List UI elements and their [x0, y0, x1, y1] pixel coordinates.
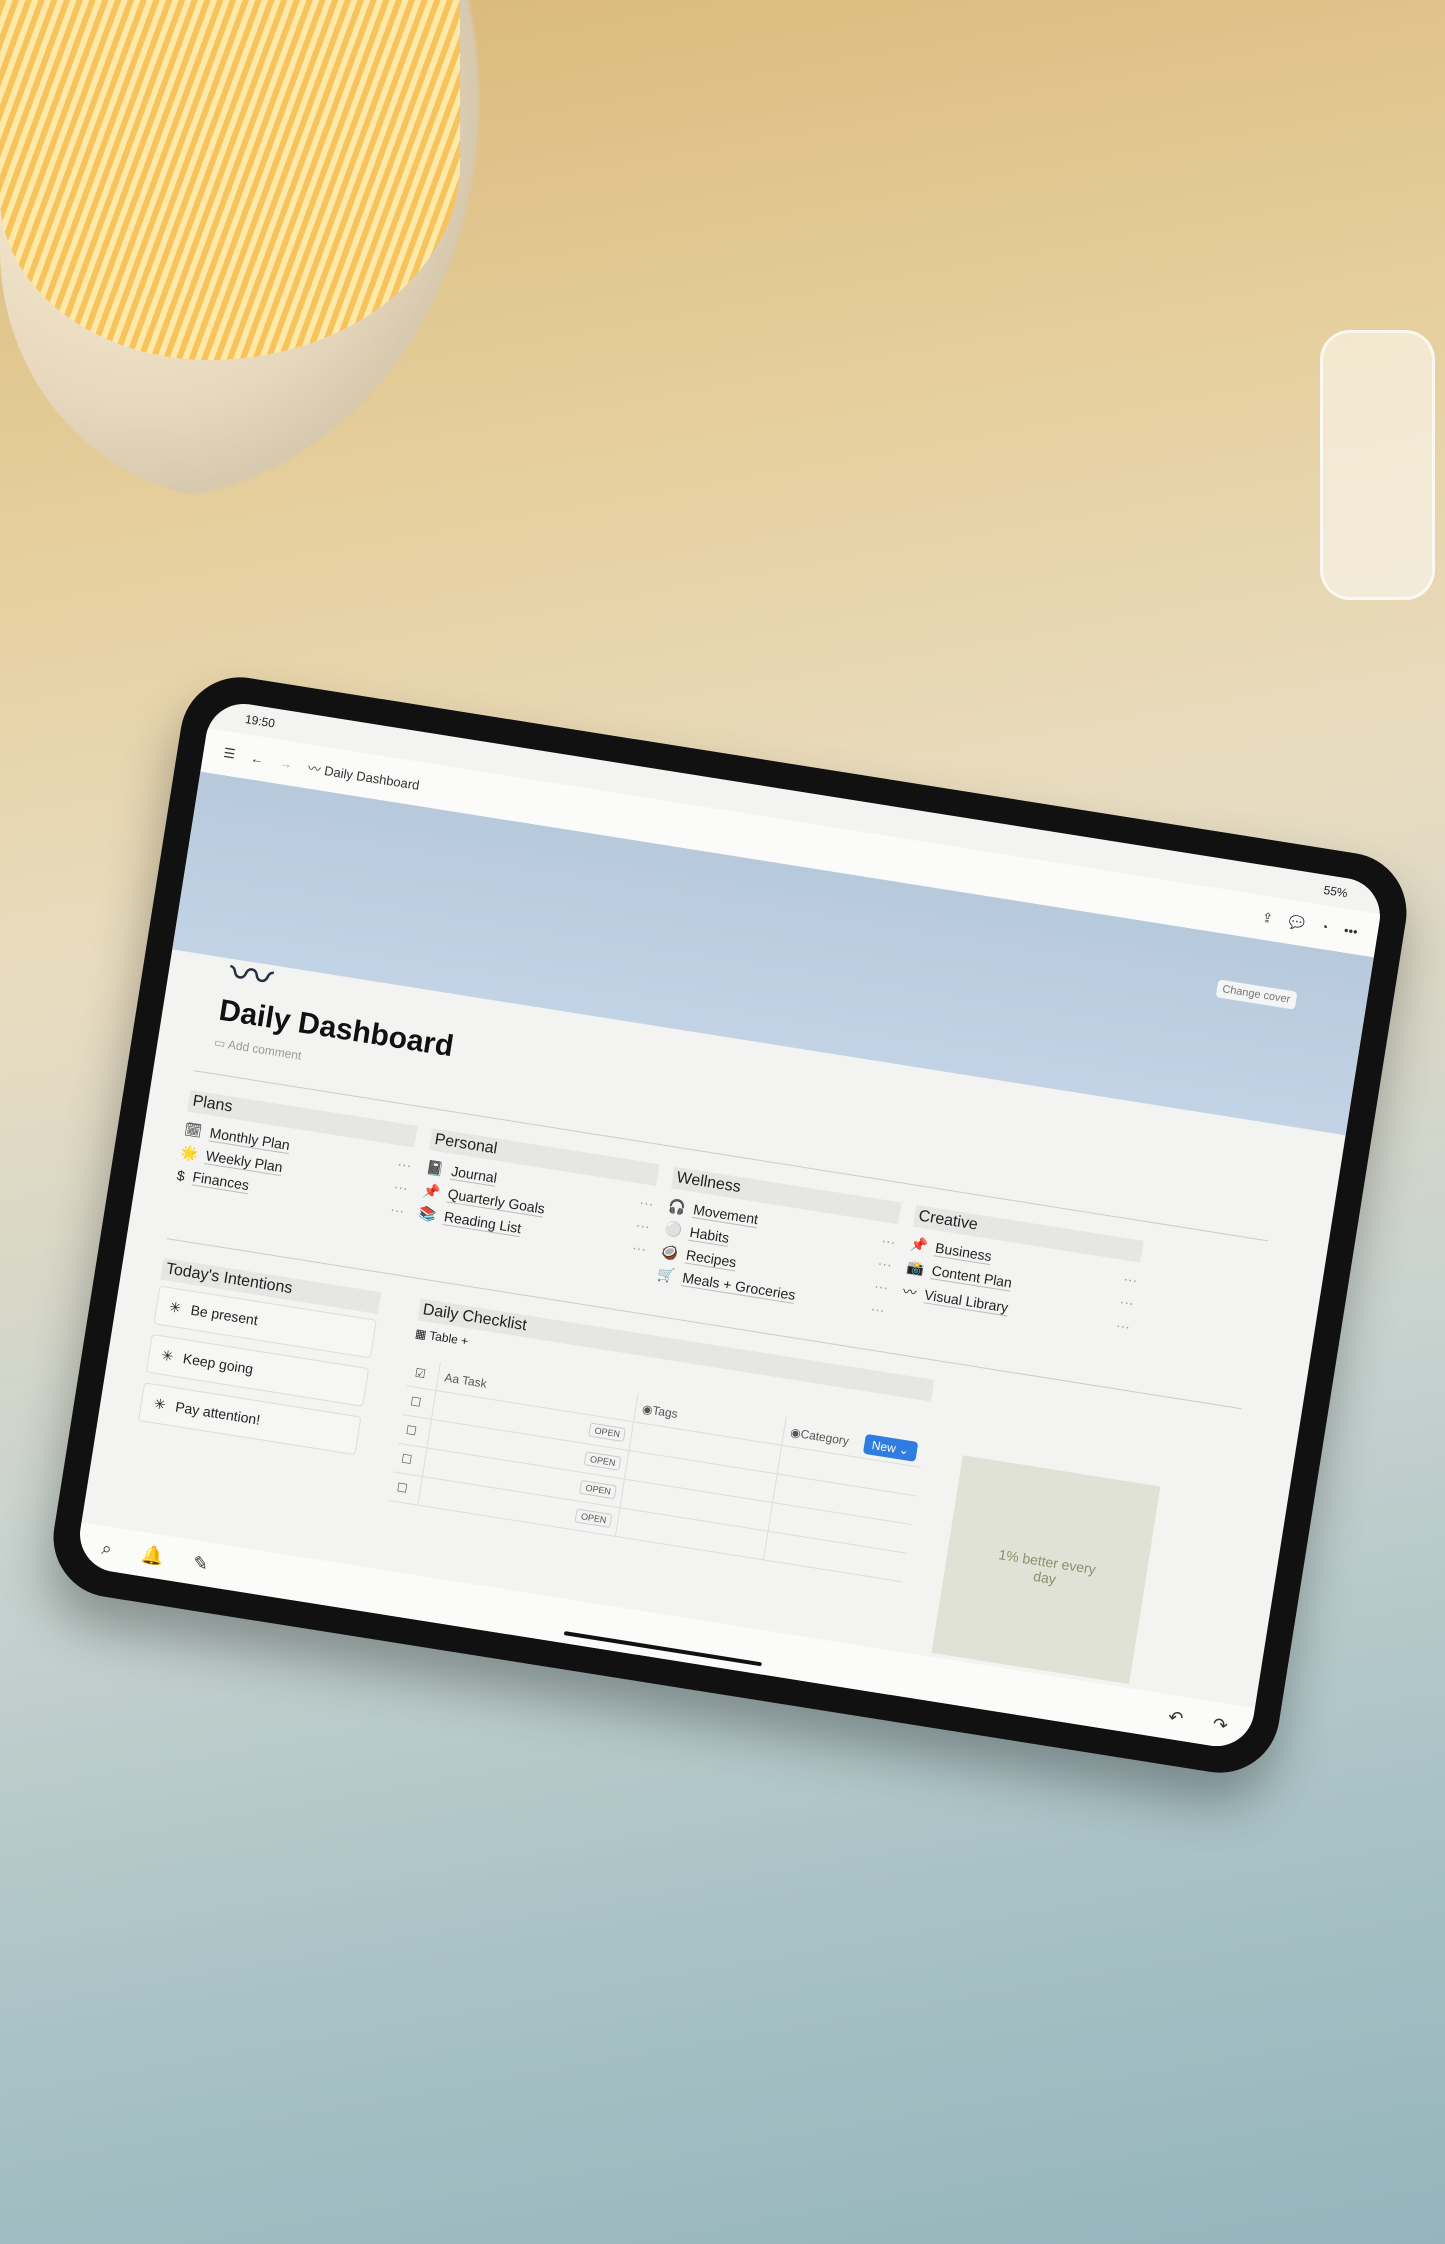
- more-icon[interactable]: ···: [1119, 1293, 1135, 1311]
- compose-icon[interactable]: ✎: [192, 1552, 210, 1575]
- add-view-button[interactable]: +: [460, 1333, 469, 1348]
- asterisk-icon: ✳: [168, 1298, 183, 1317]
- item-label: Habits: [688, 1223, 731, 1247]
- intention-text: Pay attention!: [174, 1398, 262, 1428]
- asterisk-icon: ✳: [160, 1346, 175, 1365]
- item-icon: 📌: [909, 1235, 929, 1255]
- tags-label: Tags: [651, 1403, 679, 1422]
- asterisk-icon: ✳: [152, 1395, 167, 1413]
- item-icon: $: [175, 1166, 187, 1184]
- item-icon: 📌: [421, 1181, 442, 1201]
- category-label: Category: [799, 1426, 850, 1449]
- more-icon[interactable]: ···: [880, 1231, 896, 1249]
- clock-icon[interactable]: ◔: [1319, 919, 1329, 936]
- section-creative: Creative 📌 Business ··· 📸 Content Plan ··· 〰 Vis…: [901, 1204, 1144, 1340]
- more-icon[interactable]: ···: [870, 1300, 886, 1318]
- item-icon: 🌟: [179, 1143, 200, 1162]
- item-icon: 📸: [905, 1258, 926, 1277]
- more-icon[interactable]: ···: [635, 1216, 651, 1234]
- section-personal: Personal 📓 Journal ··· 📌 Quarterly Goals ··· 📚 R…: [417, 1128, 660, 1260]
- arrow-right-icon[interactable]: →: [278, 754, 293, 771]
- breadcrumb-title: Daily Dashboard: [323, 762, 421, 793]
- row-checkbox[interactable]: ☐: [397, 1415, 432, 1448]
- open-button[interactable]: OPEN: [575, 1508, 613, 1528]
- more-icon[interactable]: ···: [877, 1254, 893, 1272]
- item-label: Finances: [191, 1168, 251, 1195]
- item-icon: ⚪: [663, 1219, 684, 1239]
- more-icon[interactable]: ···: [1122, 1270, 1138, 1288]
- item-icon: 🥥: [659, 1242, 680, 1262]
- row-checkbox[interactable]: ☐: [402, 1386, 437, 1419]
- breadcrumb[interactable]: 〰 Daily Dashboard: [307, 757, 421, 793]
- add-comment[interactable]: ▭ Add comment: [213, 1035, 302, 1063]
- section-wellness: Wellness 🎧 Movement ··· ⚪ Habits ··· 🥥 Recipes ··…: [656, 1166, 902, 1322]
- hamburger-icon[interactable]: ☰: [222, 745, 237, 763]
- more-icon[interactable]: ···: [631, 1239, 647, 1257]
- more-icon[interactable]: ···: [389, 1200, 405, 1218]
- select-all-checkbox[interactable]: ☑: [406, 1357, 441, 1391]
- item-icon: 📓: [425, 1158, 445, 1178]
- arrow-left-icon[interactable]: ←: [250, 750, 265, 767]
- table-icon: ▦: [414, 1326, 428, 1342]
- add-comment-label: Add comment: [227, 1037, 303, 1063]
- redo-icon[interactable]: ↷: [1211, 1713, 1229, 1736]
- intention-text: Keep going: [181, 1350, 255, 1378]
- item-icon: 〰: [901, 1282, 918, 1301]
- bell-icon[interactable]: 🔔: [140, 1544, 165, 1568]
- item-icon: 🎧: [667, 1197, 687, 1216]
- row-checkbox[interactable]: ☐: [388, 1472, 423, 1505]
- clock: 19:50: [244, 712, 276, 731]
- more-icon[interactable]: ···: [1115, 1317, 1131, 1335]
- screen: 19:50 55% ☰ ← → 〰 Daily Dashboard ⇪ 💬 ◔ …: [74, 698, 1386, 1752]
- battery: 55%: [1322, 882, 1349, 901]
- intentions-block: Today's Intentions ✳ Be present ✳ Keep goi…: [137, 1257, 382, 1465]
- more-icon[interactable]: ···: [638, 1193, 654, 1211]
- open-button[interactable]: OPEN: [588, 1422, 626, 1443]
- ipad: 19:50 55% ☰ ← → 〰 Daily Dashboard ⇪ 💬 ◔ …: [44, 668, 1416, 1782]
- quote-image: 1% better every day: [931, 1455, 1161, 1685]
- new-label: New: [870, 1437, 897, 1456]
- item-icon: 📚: [417, 1204, 438, 1223]
- share-icon[interactable]: ⇪: [1261, 910, 1274, 928]
- row-checkbox[interactable]: ☐: [393, 1443, 428, 1477]
- more-icon[interactable]: •••: [1343, 923, 1359, 941]
- item-icon: 🛒: [656, 1265, 677, 1284]
- more-icon[interactable]: ···: [396, 1155, 412, 1173]
- new-button[interactable]: New ⌄: [862, 1433, 919, 1462]
- tab-table[interactable]: Table: [428, 1328, 459, 1346]
- section-plans: Plans 🗓 Monthly Plan ··· 🌟 Weekly Plan ··· $ Fin…: [175, 1089, 418, 1222]
- candle-glass: [1320, 330, 1435, 600]
- undo-icon[interactable]: ↶: [1167, 1706, 1185, 1729]
- intention-text: Be present: [189, 1301, 259, 1329]
- item-icon: 🗓: [183, 1120, 204, 1140]
- comment-icon[interactable]: 💬: [1287, 914, 1306, 932]
- search-icon[interactable]: ⌕: [100, 1537, 113, 1559]
- open-button[interactable]: OPEN: [584, 1451, 622, 1471]
- more-icon[interactable]: ···: [873, 1277, 889, 1295]
- quote-text: 1% better every day: [997, 1546, 1097, 1588]
- more-icon[interactable]: ···: [393, 1178, 409, 1196]
- open-button[interactable]: OPEN: [579, 1479, 617, 1500]
